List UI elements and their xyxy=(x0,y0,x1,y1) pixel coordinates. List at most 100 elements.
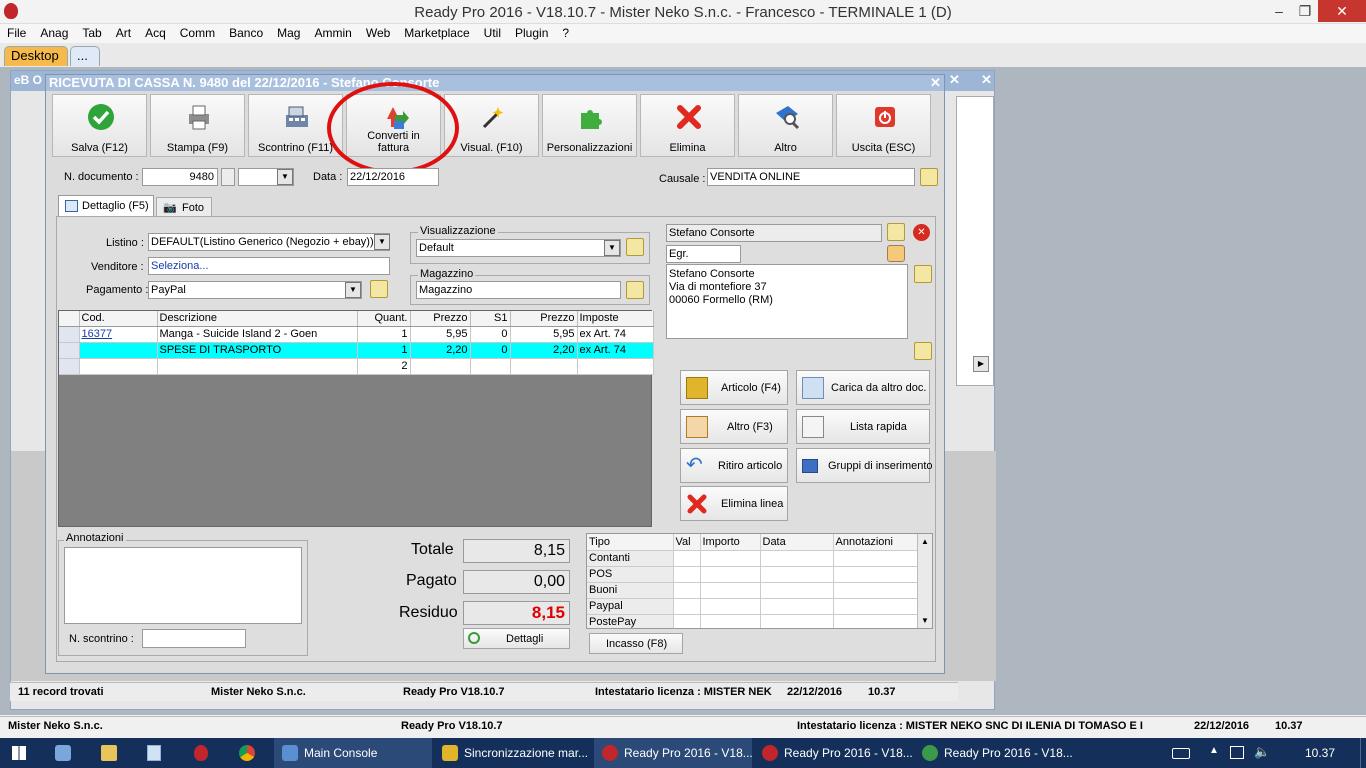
warehouse-folder-icon[interactable] xyxy=(626,281,644,299)
details-button[interactable]: Dettagli xyxy=(463,628,570,649)
payment-select[interactable]: PayPal xyxy=(148,281,362,299)
price-list-select[interactable]: DEFAULT(Listino Generico (Negozio + ebay… xyxy=(148,233,390,251)
quick-list-button[interactable]: Lista rapida xyxy=(796,409,930,444)
table-row[interactable]: SPESE DI TRASPORTO 1 2,20 0 2,20 ex Art.… xyxy=(59,342,654,359)
cell-description[interactable]: Manga - Suicide Island 2 - Goen xyxy=(157,326,358,343)
customer-folder-icon[interactable] xyxy=(887,223,905,241)
tab-detail[interactable]: Dettaglio (F5) xyxy=(58,195,154,216)
customer-remove-icon[interactable]: ✕ xyxy=(913,224,930,241)
menu-tab[interactable]: Tab xyxy=(75,24,108,40)
tray-up-icon[interactable]: ▲ xyxy=(1209,745,1219,756)
list-item[interactable]: PostePay xyxy=(587,614,918,628)
cell-discount[interactable] xyxy=(470,358,511,375)
col-net-price[interactable]: Prezzo xyxy=(510,311,578,327)
dialog-close-icon[interactable]: ✕ xyxy=(930,75,941,91)
menu-web[interactable]: Web xyxy=(359,24,397,40)
taskbar-item-ready-pro-1[interactable]: Ready Pro 2016 - V18... xyxy=(594,738,753,768)
menu-file[interactable]: File xyxy=(0,24,33,40)
table-row[interactable]: 2 xyxy=(59,358,654,375)
windows-start-icon[interactable] xyxy=(12,746,26,760)
view-folder-icon[interactable] xyxy=(626,238,644,256)
payment-chevron-down-icon[interactable]: ▼ xyxy=(345,282,361,298)
series-chevron-down-icon[interactable]: ▼ xyxy=(277,169,293,185)
cell-quantity[interactable]: 1 xyxy=(357,342,411,359)
menu-marketplace[interactable]: Marketplace xyxy=(397,24,476,40)
menu-ammin[interactable]: Ammin xyxy=(307,24,358,40)
list-item[interactable]: Buoni xyxy=(587,582,918,599)
pay-type-postepay[interactable]: PostePay xyxy=(587,614,674,628)
ready-pro-icon[interactable] xyxy=(194,745,208,761)
date-field[interactable]: 22/12/2016 xyxy=(347,168,439,186)
menu-mag[interactable]: Mag xyxy=(270,24,307,40)
taskbar-item-ready-pro-3[interactable]: Ready Pro 2016 - V18... xyxy=(914,738,1073,768)
taskbar-item-ready-pro-2[interactable]: Ready Pro 2016 - V18... xyxy=(754,738,913,768)
cell-quantity[interactable]: 1 xyxy=(357,326,411,343)
menu-art[interactable]: Art xyxy=(109,24,138,40)
load-from-document-button[interactable]: Carica da altro doc. xyxy=(796,370,930,405)
cell-quantity[interactable]: 2 xyxy=(357,358,411,375)
insert-groups-button[interactable]: Gruppi di inserimento xyxy=(796,448,933,483)
cell-net-price[interactable] xyxy=(510,358,578,375)
other-add-button[interactable]: Altro (F3) xyxy=(680,409,788,444)
scroll-up-icon[interactable]: ▲ xyxy=(918,535,932,549)
volume-icon[interactable]: 🔈 xyxy=(1254,744,1270,760)
print-button[interactable]: Stampa (F9) xyxy=(150,94,245,157)
add-article-button[interactable]: Articolo (F4) xyxy=(680,370,788,405)
col-price[interactable]: Prezzo xyxy=(410,311,471,327)
causale-field[interactable]: VENDITA ONLINE xyxy=(707,168,915,186)
menu-help[interactable]: ? xyxy=(555,24,576,40)
cell-description[interactable] xyxy=(157,358,358,375)
taskbar-clock[interactable]: 10.37 xyxy=(1305,746,1335,760)
taskbar-item-sync[interactable]: Sincronizzazione mar... xyxy=(434,738,592,768)
cell-tax[interactable] xyxy=(577,358,654,375)
background-close-icon-2[interactable]: ✕ xyxy=(949,72,960,88)
keyboard-icon[interactable] xyxy=(1172,748,1190,759)
cell-price[interactable] xyxy=(410,358,471,375)
delete-button[interactable]: Elimina xyxy=(640,94,735,157)
pay-type-cash[interactable]: Contanti xyxy=(587,550,674,567)
col-description[interactable]: Descrizione xyxy=(157,311,358,327)
menu-plugin[interactable]: Plugin xyxy=(508,24,555,40)
menu-comm[interactable]: Comm xyxy=(173,24,222,40)
customer-person-icon[interactable] xyxy=(887,245,905,262)
collect-payment-button[interactable]: Incasso (F8) xyxy=(589,633,683,654)
exit-button[interactable]: Uscita (ESC) xyxy=(836,94,931,157)
delete-line-button[interactable]: Elimina linea xyxy=(680,486,788,521)
warehouse-field[interactable]: Magazzino xyxy=(416,281,621,299)
customizations-button[interactable]: Personalizzazioni xyxy=(542,94,637,157)
document-number-field[interactable]: 9480 xyxy=(142,168,218,186)
col-code[interactable]: Cod. xyxy=(79,311,158,327)
menu-acq[interactable]: Acq xyxy=(138,24,173,40)
scroll-down-icon[interactable]: ▼ xyxy=(918,614,932,628)
receipt-number-field[interactable] xyxy=(142,629,246,648)
cell-code[interactable] xyxy=(79,342,158,359)
taskbar-item-main-console[interactable]: Main Console xyxy=(274,738,432,768)
background-close-icon[interactable]: ✕ xyxy=(981,72,992,88)
payment-folder-icon[interactable] xyxy=(370,280,388,298)
tab-photo[interactable]: 📷 Foto xyxy=(156,197,212,216)
return-article-button[interactable]: ↶ Ritiro articolo xyxy=(680,448,788,483)
address-folder-icon[interactable] xyxy=(914,265,932,283)
extra-folder-icon[interactable] xyxy=(914,342,932,360)
customer-name-field[interactable]: Stefano Consorte xyxy=(666,224,882,242)
col-discount[interactable]: S1 xyxy=(470,311,511,327)
list-item[interactable]: POS xyxy=(587,566,918,583)
close-window-button[interactable]: ✕ xyxy=(1318,0,1366,22)
cell-price[interactable]: 5,95 xyxy=(410,326,471,343)
save-button[interactable]: Salva (F12) xyxy=(52,94,147,157)
tab-desktop[interactable]: Desktop xyxy=(4,46,68,66)
menu-anag[interactable]: Anag xyxy=(33,24,75,40)
table-row[interactable]: 16377 Manga - Suicide Island 2 - Goen 1 … xyxy=(59,326,654,343)
list-item[interactable]: Contanti xyxy=(587,550,918,567)
cell-tax[interactable]: ex Art. 74 xyxy=(577,326,654,343)
cell-price[interactable]: 2,20 xyxy=(410,342,471,359)
cell-discount[interactable]: 0 xyxy=(470,342,511,359)
file-explorer-icon[interactable] xyxy=(101,745,117,761)
cell-code[interactable] xyxy=(79,358,158,375)
network-app-icon[interactable] xyxy=(55,745,71,761)
tab-more[interactable]: ... xyxy=(70,46,100,66)
chrome-icon[interactable] xyxy=(239,745,255,761)
other-button[interactable]: Altro xyxy=(738,94,833,157)
menu-util[interactable]: Util xyxy=(477,24,508,40)
restore-icon[interactable]: ❐ xyxy=(1288,0,1322,22)
